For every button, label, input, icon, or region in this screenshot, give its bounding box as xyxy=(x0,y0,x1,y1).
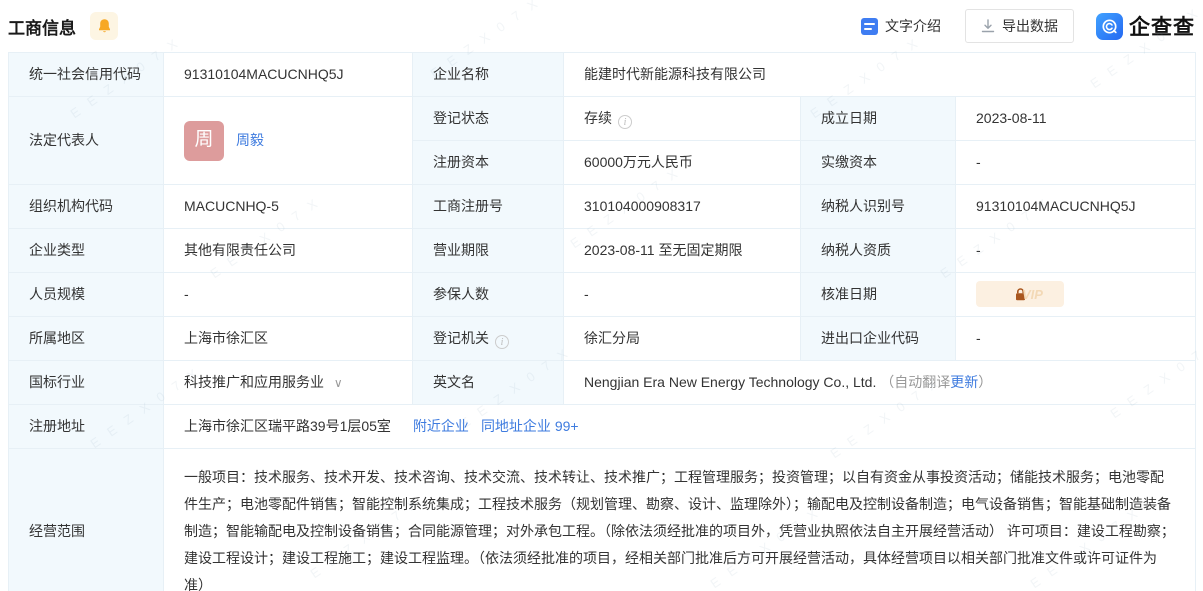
header-actions: 文字介绍 导出数据 企查查 xyxy=(861,9,1195,43)
field-value-biz-term: 2023-08-11 至无固定期限 xyxy=(564,229,801,273)
field-label-approval-date: 核准日期 xyxy=(801,273,956,317)
field-label-establish-date: 成立日期 xyxy=(801,97,956,141)
field-label-taxpayer-qualification: 纳税人资质 xyxy=(801,229,956,273)
table-row: 企业类型 其他有限责任公司 营业期限 2023-08-11 至无固定期限 纳税人… xyxy=(9,229,1196,273)
field-value-credit-code: 91310104MACUCNHQ5J xyxy=(164,53,413,97)
field-value-region: 上海市徐汇区 xyxy=(164,317,413,361)
table-row: 人员规模 - 参保人数 - 核准日期 VIP xyxy=(9,273,1196,317)
export-data-button[interactable]: 导出数据 xyxy=(965,9,1074,43)
business-info-table: 统一社会信用代码 91310104MACUCNHQ5J 企业名称 能建时代新能源… xyxy=(8,52,1196,591)
reg-authority-label-text: 登记机关 xyxy=(433,330,489,346)
qcc-logo-icon xyxy=(1096,13,1123,40)
table-row: 国标行业 科技推广和应用服务业 ∨ 英文名 Nengjian Era New E… xyxy=(9,361,1196,405)
text-intro-icon xyxy=(861,18,878,35)
page-title: 工商信息 xyxy=(8,14,76,39)
chevron-down-icon[interactable]: ∨ xyxy=(334,376,343,390)
field-value-taxpayer-qualification: - xyxy=(956,229,1196,273)
field-label-company-type: 企业类型 xyxy=(9,229,164,273)
field-value-import-export-code: - xyxy=(956,317,1196,361)
nearby-companies-link[interactable]: 附近企业 xyxy=(413,418,469,434)
field-value-industry[interactable]: 科技推广和应用服务业 ∨ xyxy=(164,361,413,405)
field-value-paid-capital: - xyxy=(956,141,1196,185)
field-value-reg-address: 上海市徐汇区瑞平路39号1层05室附近企业同地址企业 99+ xyxy=(164,405,1196,449)
table-row: 所属地区 上海市徐汇区 登记机关 i 徐汇分局 进出口企业代码 - xyxy=(9,317,1196,361)
field-label-region: 所属地区 xyxy=(9,317,164,361)
export-data-label: 导出数据 xyxy=(1002,16,1058,36)
qcc-logo[interactable]: 企查查 xyxy=(1096,11,1195,41)
field-value-taxpayer-id: 91310104MACUCNHQ5J xyxy=(956,185,1196,229)
field-value-org-code: MACUCNHQ-5 xyxy=(164,185,413,229)
field-label-taxpayer-id: 纳税人识别号 xyxy=(801,185,956,229)
field-label-company-name: 企业名称 xyxy=(413,53,564,97)
field-label-english-name: 英文名 xyxy=(413,361,564,405)
field-value-reg-authority: 徐汇分局 xyxy=(564,317,801,361)
table-row: 统一社会信用代码 91310104MACUCNHQ5J 企业名称 能建时代新能源… xyxy=(9,53,1196,97)
field-value-legal-rep: 周 周毅 xyxy=(164,97,413,185)
reg-status-text: 存续 xyxy=(584,110,612,126)
auto-translate-note-close: ） xyxy=(978,374,992,390)
info-icon[interactable]: i xyxy=(495,335,509,349)
auto-translate-note: （自动翻译 xyxy=(880,374,950,390)
field-value-reg-status: 存续 i xyxy=(564,97,801,141)
field-label-biz-reg-no: 工商注册号 xyxy=(413,185,564,229)
field-label-paid-capital: 实缴资本 xyxy=(801,141,956,185)
table-row: 组织机构代码 MACUCNHQ-5 工商注册号 310104000908317 … xyxy=(9,185,1196,229)
text-intro-button[interactable]: 文字介绍 xyxy=(861,16,941,36)
monitor-bell-button[interactable] xyxy=(90,12,118,40)
field-value-english-name: Nengjian Era New Energy Technology Co., … xyxy=(564,361,1196,405)
industry-text: 科技推广和应用服务业 xyxy=(184,374,324,390)
translate-refresh-link[interactable]: 更新 xyxy=(950,374,978,390)
field-label-reg-status: 登记状态 xyxy=(413,97,564,141)
legal-rep-name-link[interactable]: 周毅 xyxy=(236,130,264,151)
field-label-credit-code: 统一社会信用代码 xyxy=(9,53,164,97)
bell-icon xyxy=(97,18,112,34)
field-label-insured-count: 参保人数 xyxy=(413,273,564,317)
field-value-approval-date: VIP xyxy=(956,273,1196,317)
field-value-establish-date: 2023-08-11 xyxy=(956,97,1196,141)
field-label-industry: 国标行业 xyxy=(9,361,164,405)
vip-badge-text: VIP xyxy=(1022,285,1043,305)
info-icon[interactable]: i xyxy=(618,115,632,129)
table-row: 经营范围 一般项目：技术服务、技术开发、技术咨询、技术交流、技术转让、技术推广；… xyxy=(9,449,1196,591)
field-value-company-type: 其他有限责任公司 xyxy=(164,229,413,273)
field-label-reg-authority: 登记机关 i xyxy=(413,317,564,361)
address-links: 附近企业同地址企业 99+ xyxy=(401,418,579,434)
table-row: 法定代表人 周 周毅 登记状态 存续i 成立日期 2023-08-11 xyxy=(9,97,1196,141)
field-label-reg-capital: 注册资本 xyxy=(413,141,564,185)
field-value-staff-size: - xyxy=(164,273,413,317)
field-label-legal-rep: 法定代表人 xyxy=(9,97,164,185)
qcc-logo-text: 企查查 xyxy=(1129,11,1195,41)
field-label-reg-address: 注册地址 xyxy=(9,405,164,449)
field-label-staff-size: 人员规模 xyxy=(9,273,164,317)
field-value-biz-reg-no: 310104000908317 xyxy=(564,185,801,229)
legal-rep-avatar[interactable]: 周 xyxy=(184,121,224,161)
field-value-insured-count: - xyxy=(564,273,801,317)
field-label-biz-term: 营业期限 xyxy=(413,229,564,273)
field-value-company-name: 能建时代新能源科技有限公司 xyxy=(564,53,1196,97)
download-icon xyxy=(981,19,995,33)
table-row: 注册地址 上海市徐汇区瑞平路39号1层05室附近企业同地址企业 99+ xyxy=(9,405,1196,449)
field-label-org-code: 组织机构代码 xyxy=(9,185,164,229)
reg-address-text: 上海市徐汇区瑞平路39号1层05室 xyxy=(184,418,391,434)
field-label-import-export-code: 进出口企业代码 xyxy=(801,317,956,361)
vip-locked-value[interactable]: VIP xyxy=(976,281,1064,307)
field-value-reg-capital: 60000万元人民币 xyxy=(564,141,801,185)
english-name-text: Nengjian Era New Energy Technology Co., … xyxy=(584,374,876,390)
section-header: 工商信息 文字介绍 导出数据 xyxy=(0,0,1203,52)
business-info-page: E E Z X 0 7 X E E Z X 0 7 X E E Z X 0 7 … xyxy=(0,0,1203,591)
text-intro-label: 文字介绍 xyxy=(885,16,941,36)
same-address-companies-link[interactable]: 同地址企业 99+ xyxy=(481,418,579,434)
field-label-business-scope: 经营范围 xyxy=(9,449,164,591)
field-value-business-scope: 一般项目：技术服务、技术开发、技术咨询、技术交流、技术转让、技术推广；工程管理服… xyxy=(164,449,1196,591)
